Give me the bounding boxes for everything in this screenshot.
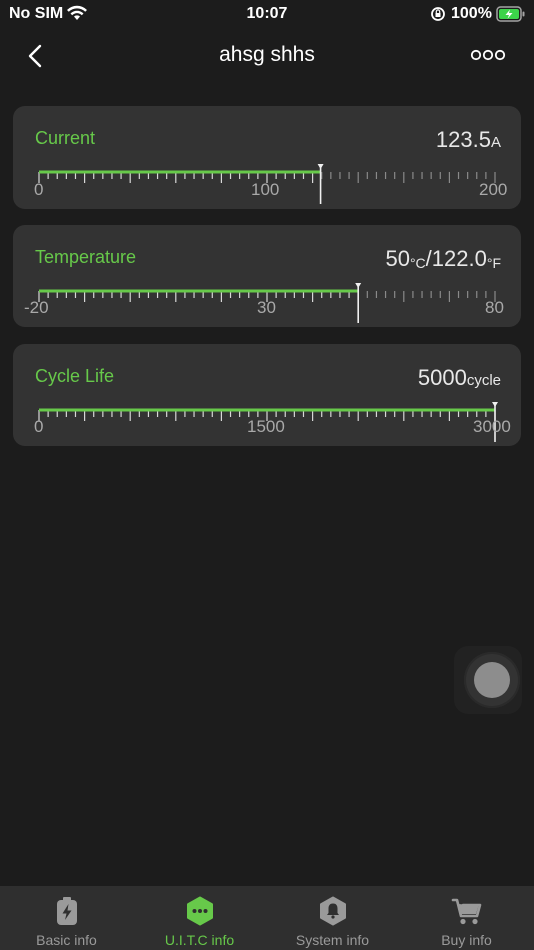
page-title: ahsg shhs xyxy=(219,43,315,66)
current-max-label: 200 xyxy=(479,180,508,199)
current-label: Current xyxy=(35,128,96,148)
temperature-fahrenheit: 122.0 xyxy=(431,246,487,271)
scale-level-marker xyxy=(492,402,498,407)
cycle-life-min-label: 0 xyxy=(34,417,44,436)
temperature-fahrenheit-unit: °F xyxy=(486,255,501,271)
battery-bolt-icon xyxy=(56,897,77,925)
assistive-touch-ring xyxy=(464,652,520,708)
chat-dots-icon xyxy=(186,896,213,926)
current-card: Current 123.5A 0 100 200 xyxy=(13,106,521,209)
tab-basic-info-label: Basic info xyxy=(36,932,97,948)
temperature-mid-label: 30 xyxy=(257,298,276,317)
tab-bar: Basic info U.I.T.C info System info Buy … xyxy=(0,886,534,950)
tab-system-info[interactable]: System info xyxy=(266,886,399,950)
cycle-life-number: 5000 xyxy=(417,365,467,390)
tab-buy-info-label: Buy info xyxy=(441,932,492,948)
scale-level-marker xyxy=(317,164,324,169)
cycle-life-unit: cycle xyxy=(466,372,501,389)
battery-charging-icon xyxy=(496,6,525,22)
current-unit: A xyxy=(490,134,501,151)
temperature-celsius-unit: °C xyxy=(409,255,426,271)
temperature-label: Temperature xyxy=(35,247,137,267)
cycle-life-value: 5000cycle xyxy=(418,365,501,391)
temperature-min-label: -20 xyxy=(24,298,49,317)
assistive-touch-dot xyxy=(474,662,510,698)
temperature-card: Temperature 50°C/122.0°F -20 30 80 xyxy=(13,225,521,327)
tab-system-info-label: System info xyxy=(295,932,370,948)
more-options-icon[interactable] xyxy=(470,47,506,63)
scale-level-marker xyxy=(355,283,362,288)
tab-uitc-info[interactable]: U.I.T.C info xyxy=(133,886,266,950)
current-mid-label: 100 xyxy=(251,180,280,199)
assistive-touch-button[interactable] xyxy=(454,646,522,714)
tab-buy-info[interactable]: Buy info xyxy=(400,886,533,950)
bell-icon xyxy=(319,896,346,926)
tab-basic-info[interactable]: Basic info xyxy=(0,886,133,950)
navigation-bar: ahsg shhs xyxy=(0,34,534,78)
current-value: 123.5A xyxy=(436,127,501,153)
temperature-value: 50°C/122.0°F xyxy=(385,246,501,272)
cycle-life-mid-label: 1500 xyxy=(247,417,285,436)
current-value-number: 123.5 xyxy=(435,127,491,152)
cart-icon xyxy=(451,898,481,925)
status-bar: No SIM 10:07 100% xyxy=(0,0,534,28)
cycle-life-label: Cycle Life xyxy=(35,366,115,386)
battery-percent: 100% xyxy=(451,5,492,22)
cycle-life-max-label: 3000 xyxy=(473,417,511,436)
temperature-celsius: 50 xyxy=(385,246,410,271)
current-min-label: 0 xyxy=(34,180,44,199)
tab-uitc-info-label: U.I.T.C info xyxy=(164,932,235,948)
cycle-life-card: Cycle Life 5000cycle 0 1500 3000 xyxy=(13,344,521,446)
temperature-max-label: 80 xyxy=(485,298,504,317)
rotation-lock-icon xyxy=(431,7,445,21)
